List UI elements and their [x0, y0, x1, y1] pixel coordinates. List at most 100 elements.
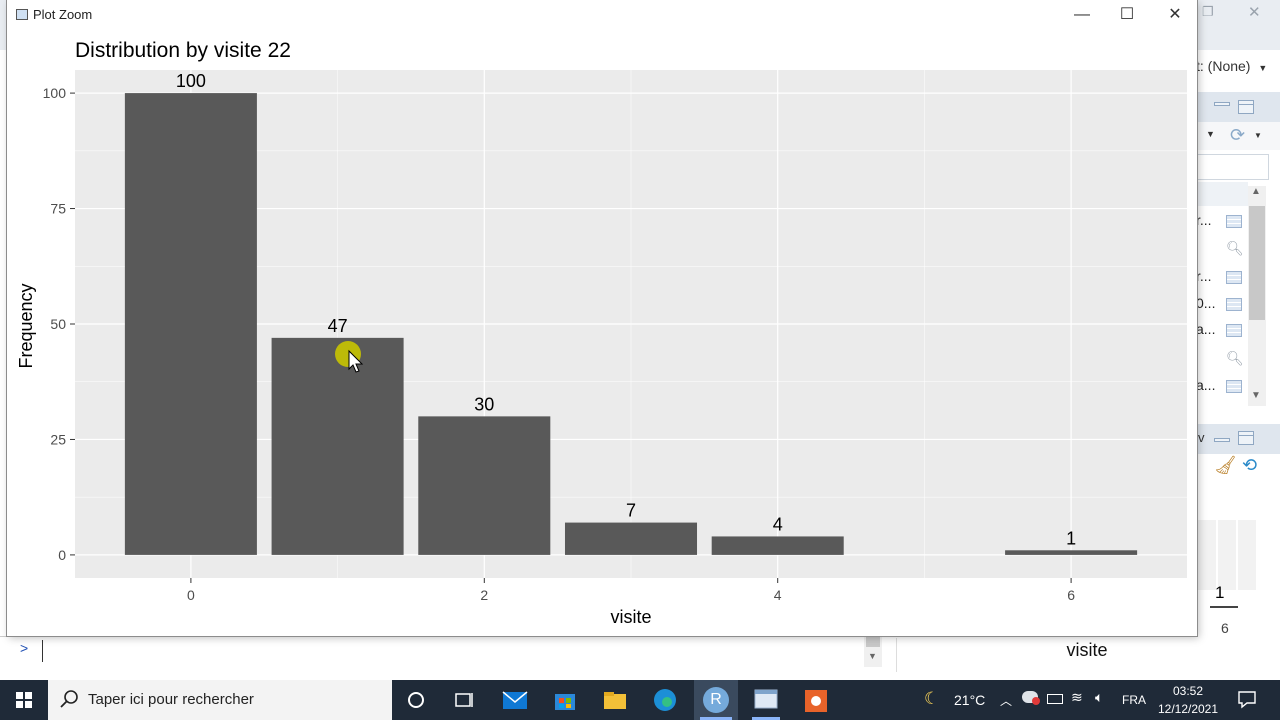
volume-icon[interactable]: 🔈︎ [1095, 689, 1103, 706]
search-placeholder: Taper ici pour rechercher [88, 691, 254, 708]
rstudio-taskbar-button[interactable]: R [694, 680, 738, 720]
chart-title: Distribution by visite 22 [75, 39, 291, 62]
grid-view-icon[interactable] [1226, 380, 1242, 393]
mini-plot-bar [1210, 606, 1238, 608]
mini-plot-label: 1 [1215, 583, 1225, 602]
bar [124, 93, 257, 555]
presentation-app-icon[interactable] [802, 686, 830, 714]
edge-browser-icon[interactable] [651, 686, 679, 714]
windows-logo-icon [16, 692, 32, 708]
minimize-pane-icon[interactable] [1214, 438, 1230, 442]
window-title: Plot Zoom [33, 7, 93, 22]
y-tick-label: 25 [50, 431, 66, 447]
refresh-icon[interactable]: ⟳ [1230, 125, 1245, 146]
maximize-button[interactable]: ☐ [1105, 2, 1149, 28]
bar-value-label: 7 [626, 501, 636, 521]
x-axis: 0 2 4 6 [187, 578, 1075, 603]
onedrive-error-badge [1032, 697, 1040, 705]
magnifier-icon[interactable]: 🔍︎ [1226, 240, 1244, 257]
battery-icon[interactable] [1047, 694, 1063, 704]
environment-search-input[interactable] [1196, 154, 1269, 180]
x-tick-label: 6 [1067, 587, 1075, 603]
tray-overflow-chevron-icon[interactable]: ︿ [1000, 692, 1012, 709]
grid-view-icon[interactable] [1226, 215, 1242, 228]
caret-down-icon: ▼ [1258, 63, 1268, 73]
target-dropdown-label: t: (None) [1196, 58, 1251, 74]
bar-chart: Distribution by visite 22 1004730741 025… [16, 39, 1187, 627]
console-pane[interactable] [0, 636, 893, 681]
grid-view-icon[interactable] [1226, 324, 1242, 337]
clock-date[interactable]: 12/12/2021 [1154, 702, 1222, 716]
minimize-pane-icon[interactable] [1214, 102, 1230, 106]
bar [418, 416, 551, 555]
target-dropdown[interactable]: t: (None) ▼ [1196, 58, 1280, 74]
list-item-label: a... [1196, 321, 1216, 337]
y-tick-label: 75 [50, 201, 66, 217]
notifications-icon[interactable] [1236, 688, 1258, 710]
bar-value-label: 1 [1066, 528, 1076, 548]
list-item-label: r... [1196, 212, 1212, 228]
close-icon: ✕ [1168, 6, 1182, 23]
magnifier-icon[interactable]: 🔍︎ [1226, 350, 1244, 367]
bar-value-label: 100 [176, 71, 206, 91]
axis-label-text: visite [1066, 640, 1108, 660]
file-explorer-icon[interactable] [601, 686, 629, 714]
mini-plot-preview [1198, 520, 1258, 590]
scroll-up-icon[interactable]: ▲ [1251, 186, 1261, 197]
task-view-icon[interactable] [450, 686, 478, 714]
environment-list-header [1196, 182, 1248, 206]
list-item-label: 0... [1196, 295, 1216, 311]
plot-window-icon [754, 689, 778, 709]
pane-tab-label[interactable]: v [1198, 430, 1205, 445]
console-cursor [42, 640, 43, 662]
cortana-icon[interactable] [402, 686, 430, 714]
caret-down-icon[interactable]: ▼ [1206, 129, 1215, 139]
close-button[interactable]: ✕ [1153, 2, 1197, 28]
y-axis: 0 25 50 75 100 [43, 85, 75, 563]
search-icon [60, 690, 78, 708]
bg-close-icon: ✕ [1248, 4, 1261, 21]
y-tick-label: 0 [58, 547, 66, 563]
maximize-pane-icon[interactable] [1238, 100, 1254, 114]
mini-plot-tick: 6 [1221, 620, 1229, 636]
environment-toolbar: ▼ ⟳ ▼ [1196, 122, 1280, 150]
mail-icon[interactable] [501, 686, 529, 714]
grid-view-icon[interactable] [1226, 298, 1242, 311]
scroll-down-icon[interactable]: ▼ [868, 651, 877, 661]
bar [271, 337, 404, 555]
broom-icon[interactable]: 🧹︎ [1214, 455, 1237, 476]
store-icon[interactable] [551, 686, 579, 714]
bar-value-label: 30 [474, 394, 494, 414]
console-scrollbar[interactable]: ▼ [864, 637, 882, 667]
x-tick-label: 0 [187, 587, 195, 603]
plot-window-taskbar-button[interactable] [746, 680, 786, 720]
caret-down-icon[interactable]: ▼ [1254, 131, 1262, 140]
bg-restore-icon: ❐ [1202, 4, 1214, 19]
window-app-icon [16, 9, 28, 20]
y-axis-title: Frequency [16, 283, 36, 368]
maximize-icon: ☐ [1119, 6, 1135, 23]
list-item-label: a... [1196, 377, 1216, 393]
files-pane-header: v [1196, 424, 1280, 454]
list-item-label: r... [1196, 268, 1212, 284]
plot-zoom-window[interactable]: Plot Zoom — ☐ ✕ Distribution by visite 2… [7, 0, 1197, 636]
y-tick-label: 50 [50, 316, 66, 332]
bar-value-label: 47 [328, 316, 348, 336]
input-language[interactable]: FRA [1122, 693, 1146, 707]
minimize-button[interactable]: — [1060, 2, 1104, 28]
sync-icon[interactable]: ⟲ [1242, 455, 1257, 476]
bar [1005, 550, 1138, 555]
weather-moon-icon[interactable]: ☾ [924, 689, 939, 709]
start-button[interactable] [0, 680, 48, 720]
background-plot-axis-label: visite [896, 638, 1277, 672]
rstudio-icon: R [703, 687, 729, 713]
scrollbar-thumb[interactable] [866, 637, 880, 647]
weather-temperature[interactable]: 21°C [954, 692, 985, 708]
clock-time[interactable]: 03:52 [1160, 684, 1216, 698]
wifi-icon[interactable]: ≋ [1071, 689, 1083, 706]
grid-view-icon[interactable] [1226, 271, 1242, 284]
bar [711, 536, 844, 555]
console-prompt: > [20, 640, 29, 656]
bar [564, 522, 698, 555]
maximize-pane-icon[interactable] [1238, 431, 1254, 445]
